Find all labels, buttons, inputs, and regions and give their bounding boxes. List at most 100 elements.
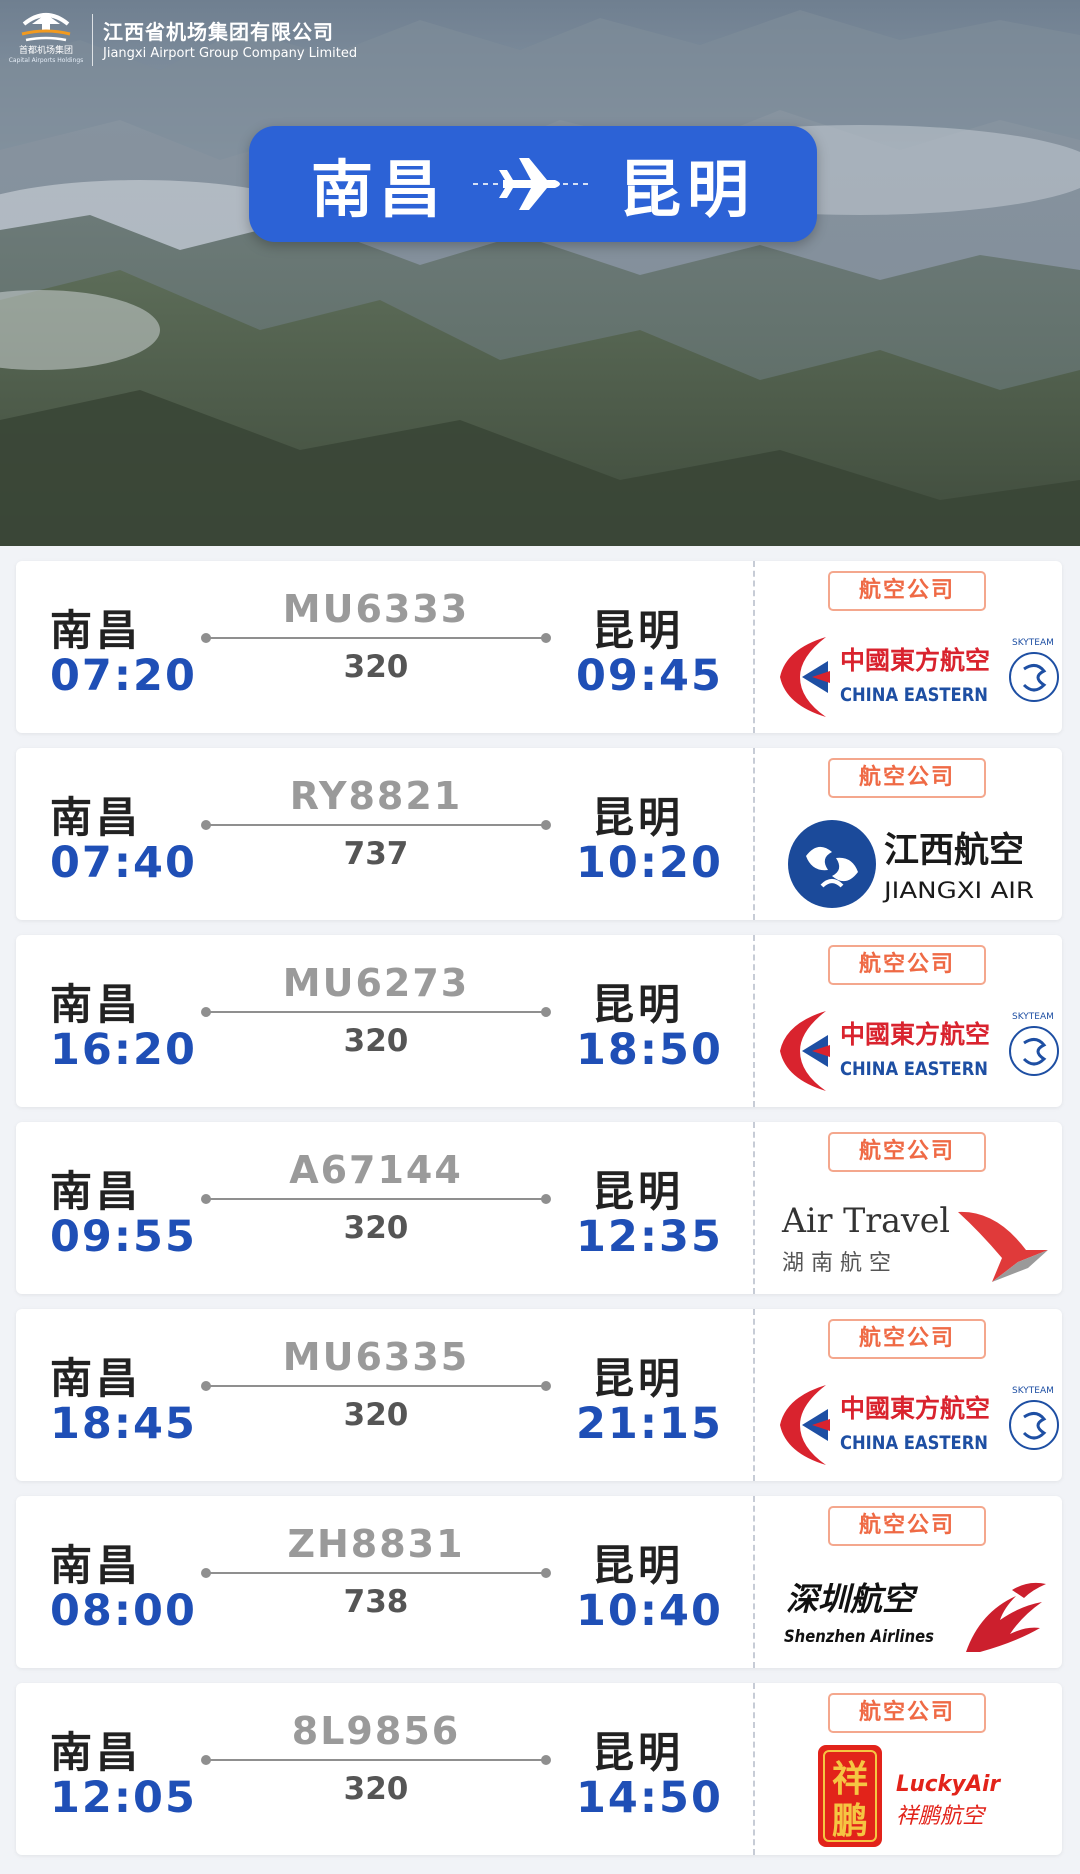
arrival-city: 昆明	[592, 1728, 685, 1777]
arrival-city: 昆明	[592, 606, 685, 655]
aircraft-type: 320	[343, 1397, 409, 1433]
svg-text:中國東方航空: 中國東方航空	[840, 1020, 990, 1049]
arrival-city: 昆明	[592, 1541, 685, 1590]
departure-city: 南昌	[50, 793, 143, 842]
route-line	[201, 1568, 551, 1578]
airplane-icon	[473, 154, 593, 214]
china-eastern-logo-icon: 中國東方航空 CHINA EASTERN SKYTEAM	[780, 1011, 1059, 1091]
svg-text:LuckyAir: LuckyAir	[896, 1772, 1001, 1797]
aircraft-type: 320	[343, 1771, 409, 1807]
card-divider	[753, 748, 755, 920]
flight-card[interactable]: 南昌 07:40 RY8821 737 昆明 10:20 航空公司 江西航空 J…	[16, 748, 1062, 920]
flight-number: ZH8831	[287, 1522, 465, 1566]
airline-badge: 航空公司	[828, 1506, 986, 1546]
airline-badge: 航空公司	[828, 1132, 986, 1172]
aircraft-type: 320	[343, 649, 409, 685]
card-divider	[753, 561, 755, 733]
arrival-city: 昆明	[592, 980, 685, 1029]
flight-card[interactable]: 南昌 12:05 8L9856 320 昆明 14:50 航空公司 祥 鹏 Lu…	[16, 1683, 1062, 1855]
flight-card[interactable]: 南昌 18:45 MU6335 320 昆明 21:15 航空公司 中國東方航空…	[16, 1309, 1062, 1481]
china-eastern-logo-icon: 中國東方航空 CHINA EASTERN SKYTEAM	[780, 637, 1059, 717]
svg-text:SKYTEAM: SKYTEAM	[1012, 1386, 1054, 1396]
svg-text:CHINA EASTERN: CHINA EASTERN	[840, 1432, 988, 1454]
card-divider	[753, 1309, 755, 1481]
departure-time: 18:45	[50, 1399, 197, 1449]
emblem-caption-en: Capital Airports Holdings	[8, 57, 84, 64]
departure-time: 16:20	[50, 1025, 197, 1075]
route-origin: 南昌	[310, 153, 447, 226]
airport-logo-icon	[21, 13, 71, 42]
svg-text:SKYTEAM: SKYTEAM	[1012, 1012, 1054, 1022]
svg-text:CHINA EASTERN: CHINA EASTERN	[840, 684, 988, 706]
company-name-en: Jiangxi Airport Group Company Limited	[103, 45, 358, 61]
hero-banner: 首都机场集团 Capital Airports Holdings 江西省机场集团…	[0, 0, 1080, 546]
route-banner: 南昌 昆明	[249, 126, 817, 242]
card-divider	[753, 935, 755, 1107]
flight-card[interactable]: 南昌 09:55 A67144 320 昆明 12:35 航空公司 Air Tr…	[16, 1122, 1062, 1294]
aircraft-type: 320	[343, 1023, 409, 1059]
aircraft-type: 738	[343, 1584, 409, 1620]
flight-number: MU6273	[282, 961, 470, 1005]
svg-text:深圳航空: 深圳航空	[786, 1580, 919, 1618]
arrival-time: 21:15	[576, 1399, 723, 1449]
flight-number: RY8821	[289, 774, 463, 818]
mountain-landscape-image	[0, 0, 1080, 546]
airline-badge: 航空公司	[828, 1319, 986, 1359]
arrival-time: 18:50	[576, 1025, 723, 1075]
arrival-time: 12:35	[576, 1212, 723, 1262]
flight-number: 8L9856	[291, 1709, 461, 1753]
departure-city: 南昌	[50, 1167, 143, 1216]
svg-text:中國東方航空: 中國東方航空	[840, 646, 990, 675]
svg-text:鹏: 鹏	[832, 1800, 868, 1842]
departure-city: 南昌	[50, 1354, 143, 1403]
arrival-time: 10:40	[576, 1586, 723, 1636]
arrival-city: 昆明	[592, 1354, 685, 1403]
departure-city: 南昌	[50, 1541, 143, 1590]
airline-badge: 航空公司	[828, 571, 986, 611]
route-line	[201, 820, 551, 830]
svg-text:CHINA EASTERN: CHINA EASTERN	[840, 1058, 988, 1080]
departure-city: 南昌	[50, 1728, 143, 1777]
jiangxi-air-logo-icon: 江西航空 JIANGXI AIR	[788, 820, 1034, 908]
arrival-city: 昆明	[592, 793, 685, 842]
flight-card[interactable]: 南昌 07:20 MU6333 320 昆明 09:45 航空公司 中國東方航空…	[16, 561, 1062, 733]
route-line	[201, 1007, 551, 1017]
departure-time: 07:40	[50, 838, 197, 888]
emblem-caption: 首都机场集团	[18, 46, 73, 56]
shenzhen-airlines-logo-icon: 深圳航空 Shenzhen Airlines	[784, 1580, 1046, 1652]
flight-card[interactable]: 南昌 16:20 MU6273 320 昆明 18:50 航空公司 中國東方航空…	[16, 935, 1062, 1107]
flight-card[interactable]: 南昌 08:00 ZH8831 738 昆明 10:40 航空公司 深圳航空 S…	[16, 1496, 1062, 1668]
arrival-time: 09:45	[576, 651, 723, 701]
svg-text:祥: 祥	[832, 1758, 868, 1800]
flight-list: 南昌 07:20 MU6333 320 昆明 09:45 航空公司 中國東方航空…	[16, 561, 1062, 1870]
card-divider	[753, 1683, 755, 1855]
departure-city: 南昌	[50, 980, 143, 1029]
flight-number: MU6333	[282, 587, 470, 631]
svg-text:Shenzhen Airlines: Shenzhen Airlines	[784, 1627, 934, 1647]
svg-text:JIANGXI AIR: JIANGXI AIR	[882, 879, 1034, 904]
flight-number: A67144	[289, 1148, 463, 1192]
brand-divider	[92, 14, 93, 66]
svg-text:SKYTEAM: SKYTEAM	[1012, 638, 1054, 648]
company-name-cn: 江西省机场集团有限公司	[103, 19, 334, 44]
departure-time: 12:05	[50, 1773, 197, 1823]
departure-time: 07:20	[50, 651, 197, 701]
departure-time: 08:00	[50, 1586, 197, 1636]
svg-text:湖 南 航 空: 湖 南 航 空	[782, 1251, 891, 1276]
card-divider	[753, 1122, 755, 1294]
lucky-air-logo-icon: 祥 鹏 LuckyAir 祥鹏航空	[818, 1745, 1001, 1847]
route-line	[201, 1381, 551, 1391]
brand-header: 首都机场集团 Capital Airports Holdings 江西省机场集团…	[8, 8, 358, 72]
flight-number: MU6335	[282, 1335, 470, 1379]
departure-time: 09:55	[50, 1212, 197, 1262]
air-travel-logo-icon: Air Travel 湖 南 航 空	[781, 1201, 1048, 1282]
arrival-city: 昆明	[592, 1167, 685, 1216]
route-destination: 昆明	[619, 153, 756, 226]
svg-text:Air Travel: Air Travel	[781, 1201, 950, 1241]
svg-text:江西航空: 江西航空	[884, 830, 1024, 871]
svg-text:祥鹏航空: 祥鹏航空	[896, 1804, 987, 1829]
aircraft-type: 320	[343, 1210, 409, 1246]
route-line	[201, 633, 551, 643]
airline-badge: 航空公司	[828, 758, 986, 798]
airport-group-emblem: 首都机场集团 Capital Airports Holdings	[8, 8, 84, 72]
